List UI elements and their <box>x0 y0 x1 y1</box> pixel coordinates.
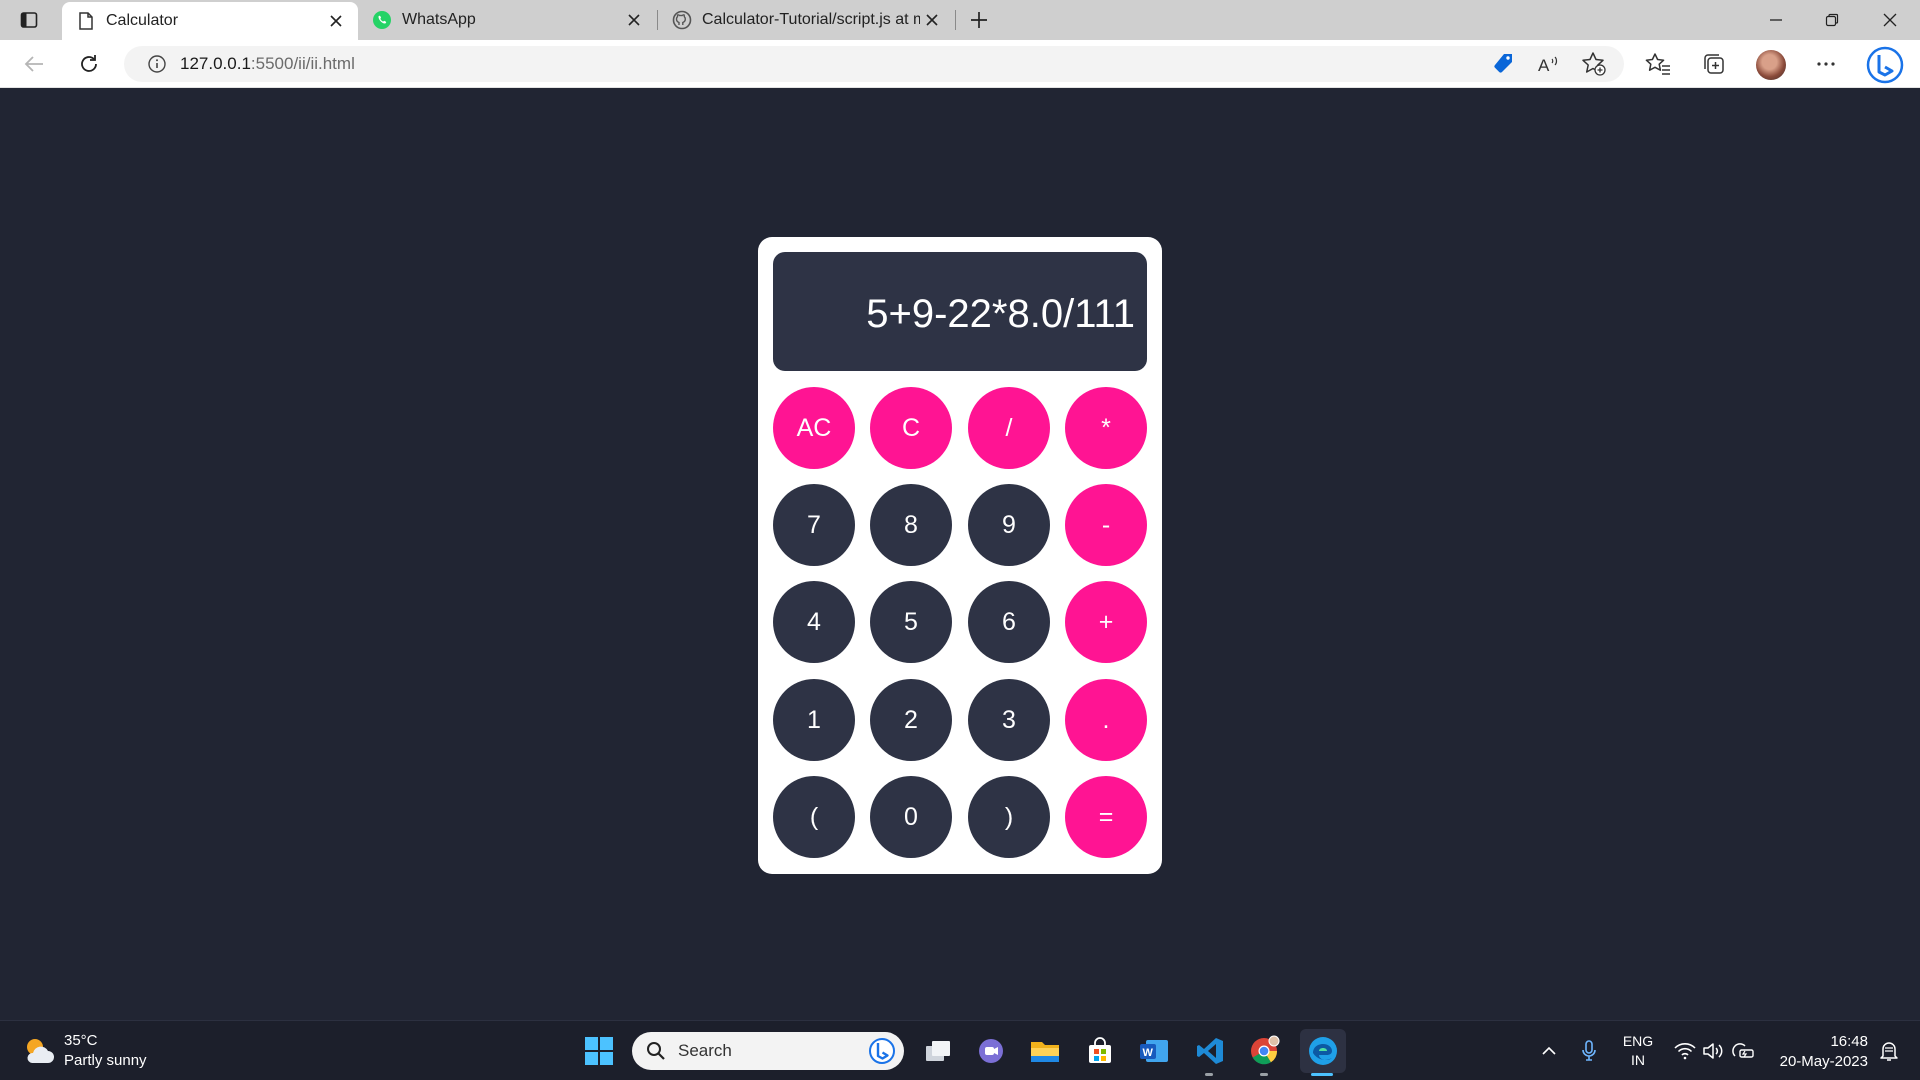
address-bar-row: 127.0.0.1:5500/ii/ii.html A <box>0 40 1920 88</box>
shopping-tag-icon[interactable] <box>1489 50 1517 78</box>
refresh-icon[interactable] <box>75 50 103 78</box>
tab-actions-icon[interactable] <box>18 9 40 31</box>
key-close-paren[interactable]: ) <box>968 776 1050 858</box>
key-0[interactable]: 0 <box>870 776 952 858</box>
whatsapp-icon <box>372 10 392 30</box>
key-plus[interactable]: + <box>1065 581 1147 663</box>
info-icon[interactable] <box>146 53 168 75</box>
task-view-icon[interactable] <box>920 1033 956 1069</box>
key-3[interactable]: 3 <box>968 679 1050 761</box>
tab-github-script[interactable]: Calculator-Tutorial/script.js at ma <box>658 0 954 40</box>
calculator-card: 5+9-22*8.0/111 AC C / * 7 8 9 - 4 5 6 + … <box>758 237 1162 874</box>
clock-date: 20-May-2023 <box>1779 1053 1868 1070</box>
new-tab-icon[interactable] <box>966 7 992 33</box>
collections-icon[interactable] <box>1700 50 1728 78</box>
taskbar-search[interactable]: Search <box>632 1032 904 1070</box>
wifi-icon[interactable] <box>1672 1038 1698 1064</box>
word-icon[interactable]: W <box>1136 1033 1172 1069</box>
key-ac[interactable]: AC <box>773 387 855 469</box>
key-equals[interactable]: = <box>1065 776 1147 858</box>
taskbar: 35°C Partly sunny Search W ENG IN 16:48 … <box>0 1020 1920 1080</box>
key-1[interactable]: 1 <box>773 679 855 761</box>
windows-start-icon[interactable] <box>584 1036 614 1066</box>
key-6[interactable]: 6 <box>968 581 1050 663</box>
github-icon <box>672 10 692 30</box>
tab-whatsapp[interactable]: WhatsApp <box>358 0 656 40</box>
close-icon[interactable] <box>920 8 944 32</box>
key-decimal[interactable]: . <box>1065 679 1147 761</box>
key-divide[interactable]: / <box>968 387 1050 469</box>
read-aloud-icon[interactable]: A <box>1535 50 1563 78</box>
more-icon[interactable] <box>1812 50 1840 78</box>
key-5[interactable]: 5 <box>870 581 952 663</box>
display-value: 5+9-22*8.0/111 <box>866 292 1135 336</box>
notification-icon[interactable] <box>1876 1038 1902 1064</box>
active-indicator <box>1311 1073 1333 1076</box>
back-icon[interactable] <box>20 50 48 78</box>
svg-text:W: W <box>1143 1047 1154 1059</box>
chrome-icon[interactable] <box>1247 1033 1283 1069</box>
microphone-icon[interactable] <box>1576 1038 1602 1064</box>
key-2[interactable]: 2 <box>870 679 952 761</box>
weather-temperature[interactable]: 35°C <box>64 1032 98 1049</box>
url-path: :5500/ii/ii.html <box>250 54 355 73</box>
partly-sunny-icon[interactable] <box>22 1035 56 1067</box>
tab-title: Calculator <box>106 12 179 29</box>
profile-avatar[interactable] <box>1756 50 1786 80</box>
tab-title: WhatsApp <box>402 11 476 28</box>
key-multiply[interactable]: * <box>1065 387 1147 469</box>
bing-chat-icon[interactable] <box>1866 46 1904 84</box>
tab-title: Calculator-Tutorial/script.js at ma <box>702 11 920 28</box>
svg-text:A: A <box>1538 56 1550 75</box>
key-open-paren[interactable]: ( <box>773 776 855 858</box>
input-language[interactable]: ENG IN <box>1620 1032 1656 1070</box>
vscode-icon[interactable] <box>1192 1033 1228 1069</box>
edge-icon[interactable] <box>1300 1029 1346 1073</box>
language-code: ENG <box>1622 1033 1654 1049</box>
close-icon[interactable] <box>324 9 348 33</box>
url-text[interactable]: 127.0.0.1:5500/ii/ii.html <box>180 54 355 74</box>
tab-calculator[interactable]: Calculator <box>62 2 358 40</box>
region-code: IN <box>1631 1052 1645 1068</box>
clock-time: 16:48 <box>1830 1033 1868 1050</box>
calculator-display: 5+9-22*8.0/111 <box>773 252 1147 371</box>
battery-charging-icon[interactable] <box>1730 1038 1756 1064</box>
tab-bar: Calculator WhatsApp Calculator-Tutorial/… <box>0 0 1920 40</box>
key-9[interactable]: 9 <box>968 484 1050 566</box>
teams-chat-icon[interactable] <box>973 1033 1009 1069</box>
bing-icon[interactable] <box>868 1037 896 1065</box>
minimize-icon[interactable] <box>1748 0 1804 40</box>
key-4[interactable]: 4 <box>773 581 855 663</box>
close-icon[interactable] <box>622 8 646 32</box>
add-favorite-icon[interactable] <box>1580 50 1608 78</box>
running-indicator <box>1260 1073 1268 1076</box>
running-indicator <box>1205 1073 1213 1076</box>
chevron-up-icon[interactable] <box>1536 1038 1562 1064</box>
file-explorer-icon[interactable] <box>1027 1033 1063 1069</box>
key-8[interactable]: 8 <box>870 484 952 566</box>
system-clock[interactable]: 16:48 20-May-2023 <box>1768 1032 1868 1072</box>
volume-icon[interactable] <box>1700 1038 1726 1064</box>
search-icon <box>644 1039 668 1063</box>
url-bar[interactable]: 127.0.0.1:5500/ii/ii.html <box>124 46 1624 82</box>
favorites-icon[interactable] <box>1644 50 1672 78</box>
page-icon <box>76 11 96 31</box>
tab-separator <box>955 10 956 30</box>
close-window-icon[interactable] <box>1862 0 1918 40</box>
search-placeholder: Search <box>678 1041 732 1060</box>
key-clear[interactable]: C <box>870 387 952 469</box>
url-host: 127.0.0.1 <box>180 54 251 73</box>
key-minus[interactable]: - <box>1065 484 1147 566</box>
restore-icon[interactable] <box>1804 0 1860 40</box>
microsoft-store-icon[interactable] <box>1082 1033 1118 1069</box>
key-7[interactable]: 7 <box>773 484 855 566</box>
weather-description[interactable]: Partly sunny <box>64 1052 147 1069</box>
